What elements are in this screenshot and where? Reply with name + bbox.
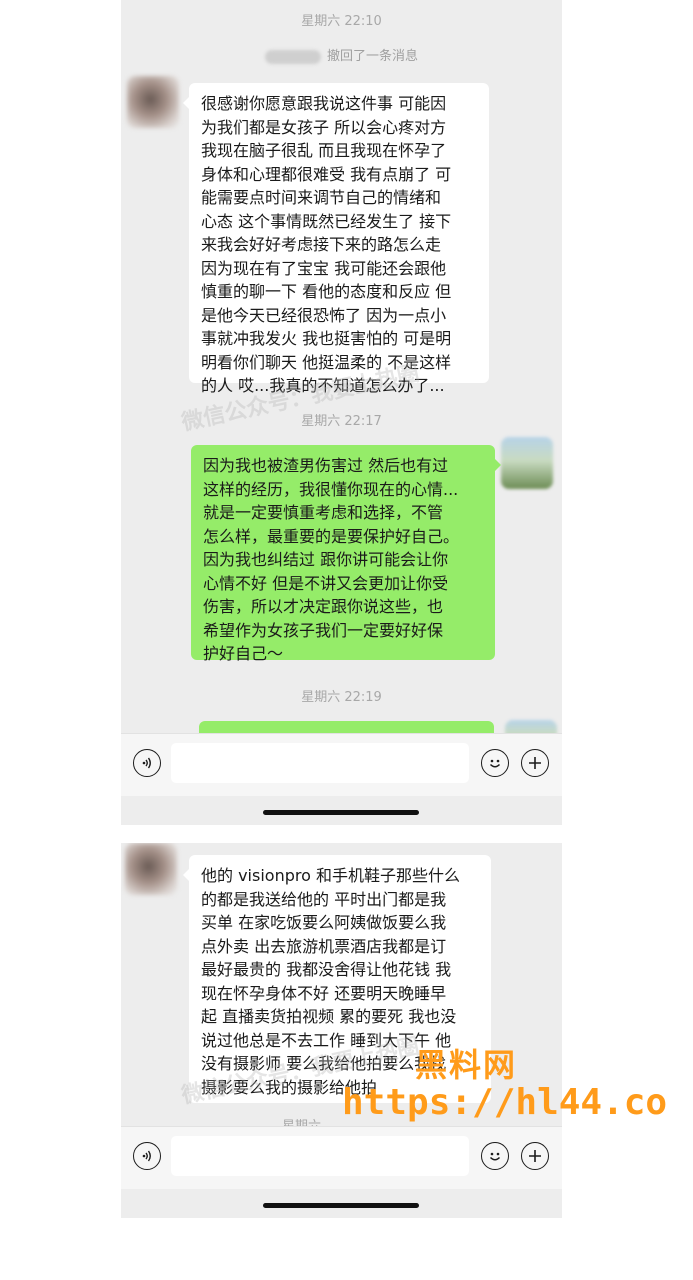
voice-glyph — [142, 757, 151, 769]
recall-notice: 撤回了一条消息 — [121, 45, 562, 64]
home-indicator — [263, 810, 419, 815]
voice-glyph — [142, 1150, 151, 1162]
screenshot-page: 星期六 22:10 撤回了一条消息 很感谢你愿意跟我说这件事 可能因 为我们都是… — [0, 0, 693, 1280]
chat-panel-2: 他的 visionpro 和手机鞋子那些什么 的都是我送给他的 平时出门都是我 … — [121, 843, 562, 1218]
timestamp: 星期六 22:19 — [301, 690, 382, 705]
input-bar — [121, 733, 562, 796]
voice-icon[interactable] — [133, 749, 161, 777]
site-logo-overlay: 黑料网 — [415, 1046, 518, 1084]
plus-icon[interactable] — [521, 749, 549, 777]
emoji-glyph — [489, 759, 501, 768]
home-indicator — [263, 1203, 419, 1208]
message-bubble-outgoing[interactable]: 因为我也被渣男伤害过 然后也有过 这样的经历，我很懂你现在的心情... 就是一定… — [191, 445, 501, 663]
blurred-name — [264, 49, 321, 64]
input-bar — [121, 1126, 562, 1189]
chat-panel-1: 星期六 22:10 撤回了一条消息 很感谢你愿意跟我说这件事 可能因 为我们都是… — [121, 0, 562, 825]
message-bubble-incoming[interactable]: 很感谢你愿意跟我说这件事 可能因 为我们都是女孩子 所以会心疼对方 我现在脑子很… — [183, 83, 489, 395]
avatar-left[interactable] — [127, 76, 179, 128]
message-input[interactable] — [171, 743, 469, 783]
timestamp: 星期六 22:10 — [301, 14, 382, 29]
avatar-right[interactable] — [501, 437, 553, 489]
emoji-icon[interactable] — [481, 1142, 509, 1170]
emoji-glyph — [489, 1152, 501, 1161]
plus-glyph — [529, 757, 541, 769]
avatar-left[interactable] — [125, 843, 177, 895]
message-input[interactable] — [171, 1136, 469, 1176]
plus-glyph — [529, 1150, 541, 1162]
site-url-overlay: https://hl44.co — [342, 1082, 668, 1123]
voice-icon[interactable] — [133, 1142, 161, 1170]
timestamp: 星期六 22:17 — [301, 414, 382, 429]
plus-icon[interactable] — [521, 1142, 549, 1170]
emoji-icon[interactable] — [481, 749, 509, 777]
recall-text: 撤回了一条消息 — [326, 49, 418, 64]
